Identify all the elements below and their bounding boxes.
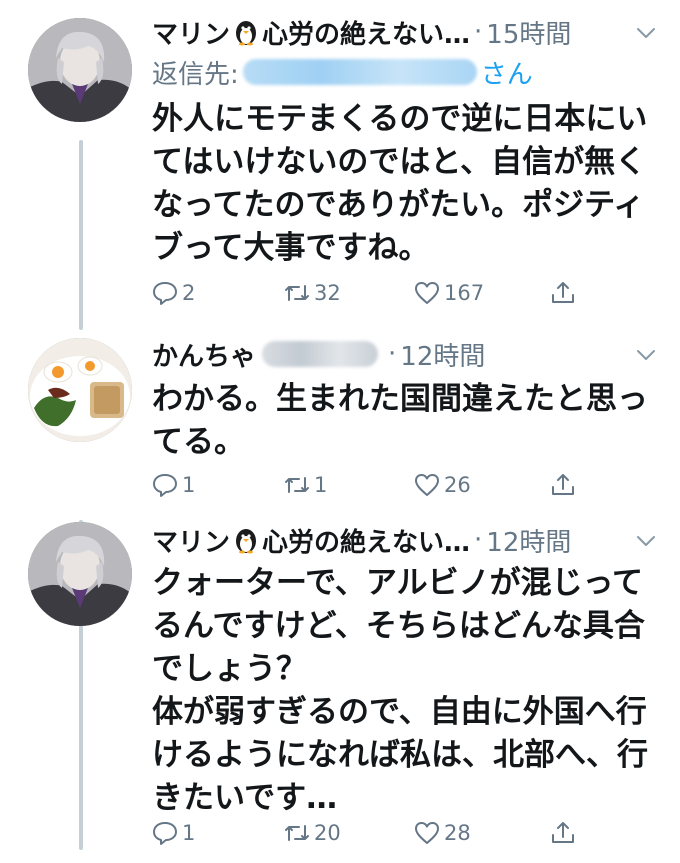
display-name-suffix[interactable]: 心労の絶えない… — [262, 522, 470, 559]
retweet-icon — [285, 477, 309, 493]
reply-button[interactable]: 1 — [152, 816, 195, 850]
penguin-emoji — [236, 21, 257, 46]
timestamp[interactable]: 15時間 — [486, 14, 571, 51]
avatar[interactable] — [28, 338, 132, 442]
chevron-down-icon[interactable] — [635, 22, 657, 44]
reply-button[interactable]: 2 — [152, 276, 195, 310]
blurred-handle[interactable] — [262, 341, 379, 367]
display-name-suffix[interactable]: 心労の絶えない… — [262, 14, 470, 51]
separator: · — [474, 17, 483, 47]
reply-count: 2 — [182, 281, 196, 305]
reply-prefix: 返信先: — [152, 59, 239, 90]
like-count: 167 — [444, 281, 485, 305]
reply-button[interactable]: 1 — [152, 468, 195, 502]
tweet-text: 外人にモテまくるので逆に日本にいてはいけないのではと、自信が無くなってたのであり… — [152, 101, 648, 266]
reply-icon — [153, 474, 177, 497]
heart-icon — [415, 474, 439, 496]
retweet-icon — [285, 825, 309, 841]
retweet-icon — [285, 285, 309, 301]
share-button[interactable] — [550, 468, 580, 502]
display-name[interactable]: かんちゃ — [152, 336, 256, 373]
tweet-text: わかる。生まれた国間違えたと思ってる。 — [152, 381, 648, 460]
retweet-count: 20 — [314, 821, 341, 845]
like-count: 26 — [444, 473, 471, 497]
separator: · — [388, 339, 397, 369]
reply-icon — [153, 282, 177, 305]
tweet-actions: 2 32 167 — [152, 276, 592, 310]
retweet-button[interactable]: 32 — [284, 276, 341, 310]
tweet-text: クォーターで、アルビノが混じってるんですけど、そちらはどんな具合でしょう？ 体が… — [152, 565, 648, 816]
tweet[interactable]: マリン 心労の絶えない… · 15時間 返信先: さん 外人にモテまくるので逆に… — [0, 0, 680, 330]
tweet-actions: 1 20 28 — [152, 816, 592, 850]
penguin-emoji — [236, 529, 257, 554]
heart-icon — [415, 822, 439, 844]
share-icon — [552, 474, 574, 495]
retweet-count: 32 — [314, 281, 341, 305]
reply-count: 1 — [182, 473, 196, 497]
share-icon — [552, 822, 574, 843]
separator: · — [474, 525, 483, 555]
chevron-down-icon[interactable] — [635, 530, 657, 552]
display-name[interactable]: マリン — [152, 522, 230, 559]
avatar[interactable] — [28, 18, 132, 122]
timestamp[interactable]: 12時間 — [486, 522, 571, 559]
share-button[interactable] — [550, 276, 580, 310]
share-icon — [552, 282, 574, 303]
avatar[interactable] — [28, 522, 132, 626]
tweet[interactable]: かんちゃ · 12時間 わかる。生まれた国間違えたと思ってる。 1 1 26 — [0, 330, 680, 510]
like-button[interactable]: 28 — [414, 816, 471, 850]
retweet-button[interactable]: 20 — [284, 816, 341, 850]
reply-icon — [153, 822, 177, 845]
like-button[interactable]: 167 — [414, 276, 484, 310]
heart-icon — [415, 282, 439, 304]
chevron-down-icon[interactable] — [635, 344, 657, 366]
tweet-actions: 1 1 26 — [152, 468, 592, 502]
share-button[interactable] — [550, 816, 580, 850]
tweet-header: マリン 心労の絶えない… · 15時間 — [152, 12, 657, 52]
retweet-count: 1 — [314, 473, 328, 497]
reply-count: 1 — [182, 821, 196, 845]
like-count: 28 — [444, 821, 471, 845]
tweet-header: かんちゃ · 12時間 — [152, 334, 657, 374]
display-name[interactable]: マリン — [152, 14, 230, 51]
timestamp[interactable]: 12時間 — [400, 336, 485, 373]
tweet-header: マリン 心労の絶えない… · 12時間 — [152, 520, 657, 560]
reply-to: 返信先: さん — [152, 52, 657, 92]
tweet[interactable]: マリン 心労の絶えない… · 12時間 クォーターで、アルビノが混じってるんです… — [0, 510, 680, 863]
like-button[interactable]: 26 — [414, 468, 471, 502]
reply-suffix[interactable]: さん — [481, 54, 533, 91]
retweet-button[interactable]: 1 — [284, 468, 327, 502]
blurred-mention[interactable] — [242, 59, 477, 85]
